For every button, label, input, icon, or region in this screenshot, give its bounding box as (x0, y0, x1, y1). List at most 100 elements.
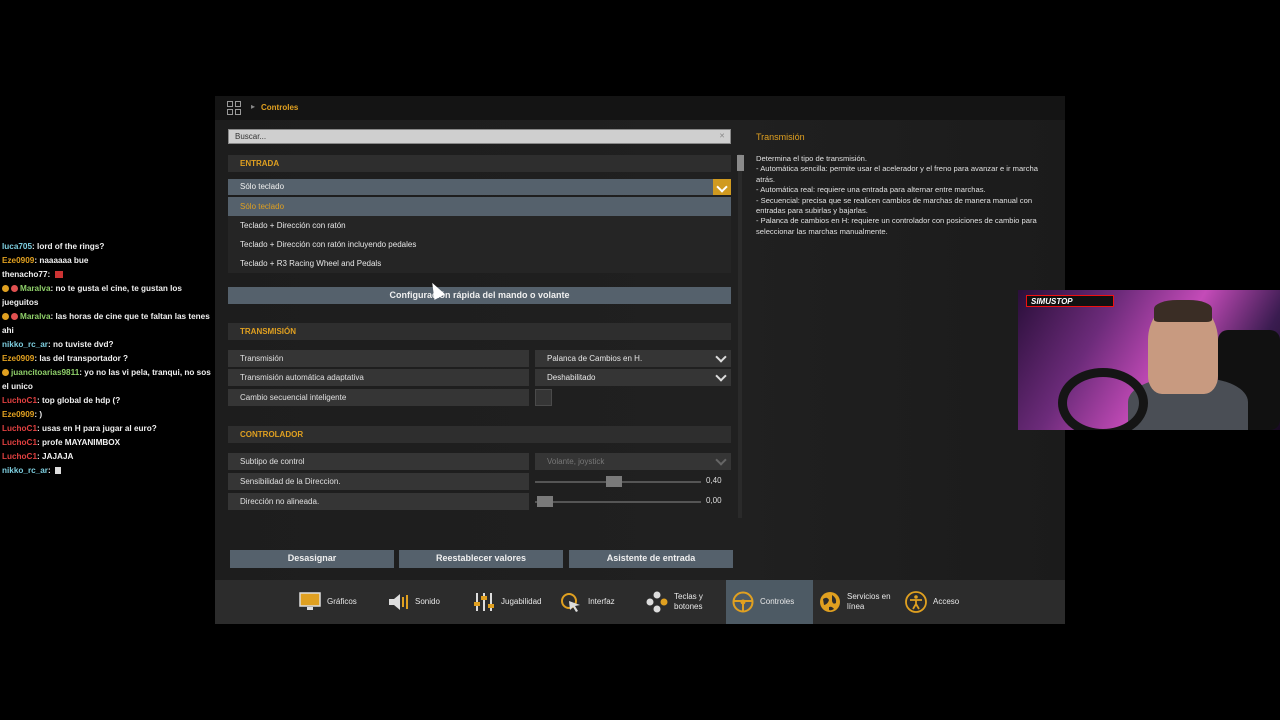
breadcrumb[interactable]: Controles (261, 103, 298, 112)
emote-icon (54, 271, 63, 278)
slider-handle[interactable] (537, 496, 553, 507)
transmission-select[interactable]: Palanca de Cambios en H. (535, 350, 731, 367)
select-value: Volante, joystick (547, 457, 605, 466)
dropdown-options: Sólo teclado Teclado + Dirección con rat… (228, 197, 731, 273)
description-text: Determina el tipo de transmisión. - Auto… (756, 154, 1056, 237)
speaker-icon (387, 591, 409, 613)
chat-message: thenacho77: (2, 268, 214, 282)
setting-label: Transmisión automática adaptativa (228, 369, 529, 386)
nav-label: Servicios en línea (847, 592, 891, 611)
nav-controles[interactable]: Controles (726, 580, 813, 624)
clear-search-icon[interactable]: ✕ (719, 132, 725, 140)
dropdown-selected-value: Sólo teclado (240, 182, 285, 191)
chat-message: Eze0909: ) (2, 410, 43, 419)
chat-message: Maralva: no te gusta el cine, te gustan … (2, 284, 182, 307)
chat-message: nikko_rc_ar: no tuviste dvd? (2, 340, 114, 349)
badge-icon (11, 285, 18, 292)
stream-logo: SIMUSTOP (1026, 295, 1114, 307)
control-subtype-row: Subtipo de control Volante, joystick (228, 453, 731, 470)
nav-jugabilidad[interactable]: Jugabilidad (473, 580, 541, 624)
nav-interfaz[interactable]: Interfaz (560, 580, 615, 624)
nav-servicios-en-linea[interactable]: Servicios en línea (819, 580, 897, 624)
transmission-row: Transmisión Palanca de Cambios en H. (228, 350, 731, 367)
nav-label: Gráficos (327, 597, 357, 606)
section-entrada: ENTRADA (228, 155, 731, 172)
slider-handle[interactable] (605, 476, 622, 487)
steering-misalignment-row: Dirección no alineada. 0,00 (228, 493, 731, 510)
search-placeholder: Buscar... (235, 132, 267, 141)
monitor-icon (299, 591, 321, 613)
unassign-button[interactable]: Desasignar (230, 550, 394, 568)
scrollbar-thumb[interactable] (737, 155, 744, 171)
badge-icon (11, 313, 18, 320)
setting-label: Dirección no alineada. (228, 493, 529, 510)
smart-sequential-checkbox[interactable] (535, 389, 552, 406)
chat-message: Maralva: las horas de cine que te faltan… (2, 312, 210, 335)
dropdown-option[interactable]: Teclado + R3 Racing Wheel and Pedals (228, 254, 731, 273)
description-line: - Automática sencilla: permite usar el a… (756, 164, 1038, 184)
chat-message: LuchoC1: JAJAJA (2, 452, 74, 461)
nav-label: Acceso (933, 597, 960, 606)
input-type-dropdown[interactable]: Sólo teclado (228, 179, 731, 195)
chat-message: juancitoarias9811: yo no las vi pela, tr… (2, 368, 211, 391)
description-line: - Automática real: requiere una entrada … (756, 185, 986, 195)
steering-sensitivity-row: Sensibilidad de la Direccion. 0,40 (228, 473, 731, 490)
input-wizard-button[interactable]: Asistente de entrada (569, 550, 733, 568)
chevron-down-icon[interactable] (713, 351, 729, 366)
scrollbar-track[interactable] (738, 154, 742, 518)
nav-graficos[interactable]: Gráficos (299, 580, 357, 624)
section-controlador: CONTROLADOR (228, 426, 731, 443)
chat-overlay: luca705: lord of the rings? Eze0909: naa… (2, 240, 214, 478)
description-line: Determina el tipo de transmisión. (756, 154, 868, 163)
nav-sonido[interactable]: Sonido (387, 580, 440, 624)
steering-wheel-icon (732, 591, 754, 613)
breadcrumb-chevron-icon: ▸ (251, 102, 256, 111)
dropdown-option[interactable]: Teclado + Dirección con ratón incluyendo… (228, 235, 731, 254)
chat-message: LuchoC1: profe MAYANIMBOX (2, 438, 121, 447)
nav-teclas-y-botones[interactable]: Teclas y botones (646, 580, 718, 624)
nav-acceso[interactable]: Acceso (905, 580, 959, 624)
badge-icon (2, 313, 9, 320)
steering-misalignment-slider[interactable] (535, 496, 701, 507)
cursor-icon (560, 591, 582, 613)
globe-icon (819, 591, 841, 613)
top-bar: ▸ Controles (215, 96, 1065, 120)
setting-label: Subtipo de control (228, 453, 529, 470)
chevron-down-icon[interactable] (713, 454, 729, 469)
description-line: - Palanca de cambios en H: requiere un c… (756, 216, 1037, 236)
chat-message: LuchoC1: top global de hdp (? (2, 396, 121, 405)
accessibility-icon (905, 591, 927, 613)
badge-icon (2, 285, 9, 292)
chevron-down-icon[interactable] (713, 179, 731, 195)
badge-icon (2, 369, 9, 376)
gamepad-buttons-icon (646, 591, 668, 613)
dropdown-option[interactable]: Teclado + Dirección con ratón (228, 216, 731, 235)
reset-values-button[interactable]: Reestablecer valores (399, 550, 563, 568)
smart-sequential-row: Cambio secuencial inteligente (228, 389, 731, 406)
grid-menu-icon[interactable] (227, 101, 241, 115)
nav-label: Interfaz (588, 597, 615, 606)
quick-config-button[interactable]: Configuración rápida del mando o volante (228, 287, 731, 304)
settings-window: ▸ Controles Buscar... ✕ ENTRADA Sólo tec… (215, 96, 1065, 624)
sliders-icon (473, 591, 495, 613)
section-transmision: TRANSMISIÓN (228, 323, 731, 340)
steering-wheel-shape (1058, 368, 1148, 430)
nav-label: Controles (760, 597, 795, 606)
nav-label: Sonido (415, 597, 440, 606)
dropdown-option[interactable]: Sólo teclado (228, 197, 731, 216)
description-title: Transmisión (756, 132, 805, 142)
setting-label: Sensibilidad de la Direccion. (228, 473, 529, 490)
adaptive-transmission-select[interactable]: Deshabilitado (535, 369, 731, 386)
chat-message: luca705: lord of the rings? (2, 242, 105, 251)
chat-message: LuchoC1: usas en H para jugar al euro? (2, 424, 157, 433)
chevron-down-icon[interactable] (713, 370, 729, 385)
nav-label: Jugabilidad (501, 597, 542, 606)
steering-sensitivity-slider[interactable] (535, 476, 701, 487)
search-input[interactable]: Buscar... ✕ (228, 129, 731, 144)
chat-message: Eze0909: naaaaaa bue (2, 256, 89, 265)
select-value: Deshabilitado (547, 373, 596, 382)
chat-message: nikko_rc_ar: (2, 464, 214, 478)
control-subtype-select[interactable]: Volante, joystick (535, 453, 731, 470)
description-line: - Secuencial: precisa que se realicen ca… (756, 195, 1033, 216)
setting-label: Cambio secuencial inteligente (228, 389, 529, 406)
